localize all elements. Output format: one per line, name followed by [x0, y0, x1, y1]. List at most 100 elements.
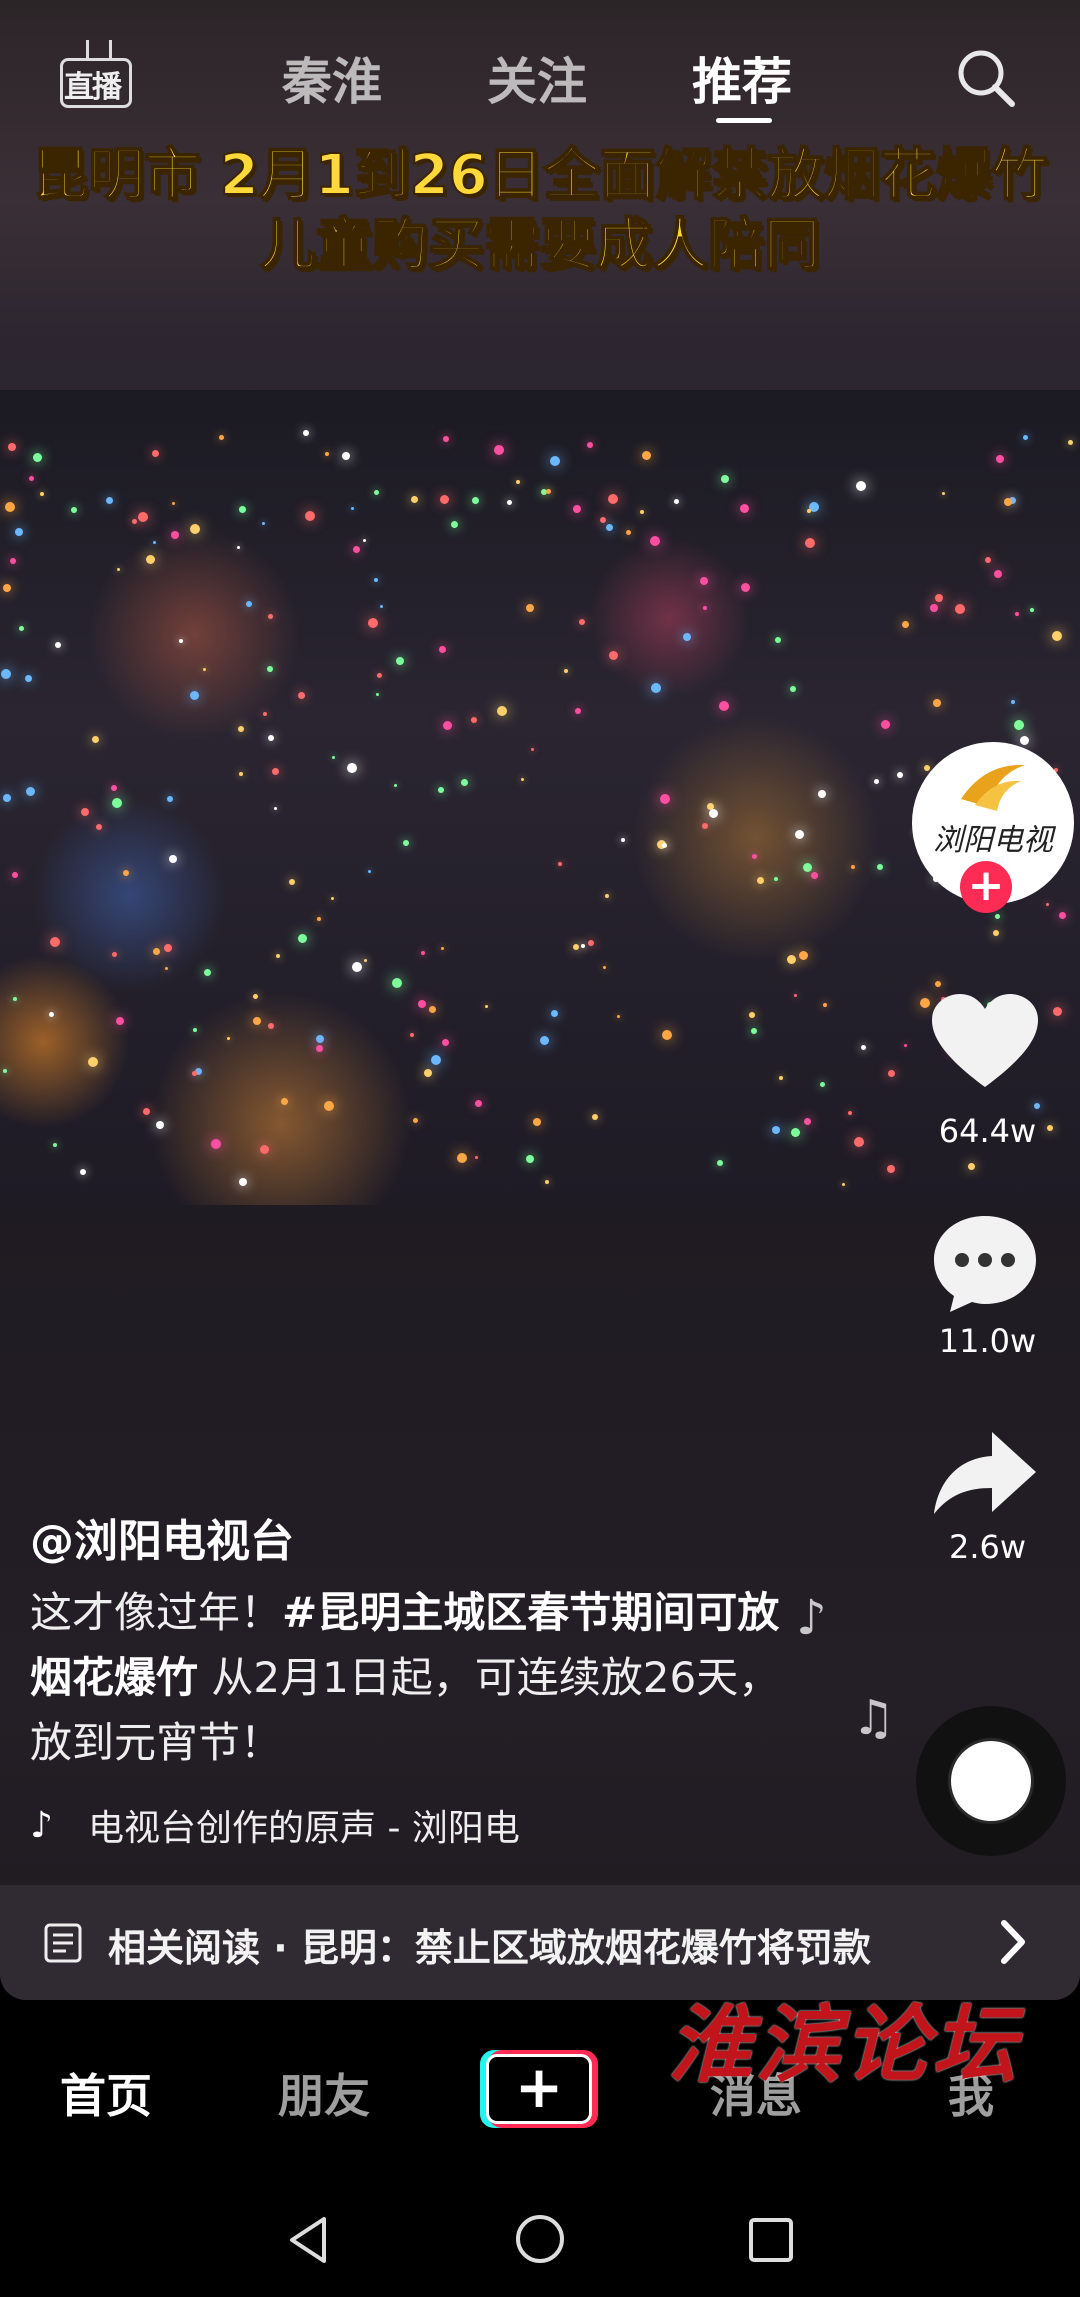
city-light	[281, 1098, 288, 1105]
city-light	[902, 621, 909, 628]
search-icon[interactable]	[954, 46, 1018, 110]
city-light	[874, 779, 879, 784]
tab-following[interactable]: 关注	[487, 42, 587, 114]
city-light	[881, 720, 890, 729]
city-light	[1011, 700, 1015, 704]
city-light	[851, 865, 855, 869]
tab-recommended[interactable]: 推荐	[692, 42, 792, 114]
video-caption-line1: 昆明市 2月1到26日全面解禁放烟花爆竹	[31, 142, 1048, 209]
city-light	[363, 539, 366, 542]
city-light	[15, 528, 23, 536]
city-light	[721, 475, 729, 483]
tab-home[interactable]: 首页	[60, 2060, 152, 2126]
city-light	[861, 1045, 866, 1050]
city-light	[368, 870, 371, 873]
city-light	[794, 994, 797, 997]
city-light	[332, 756, 335, 759]
city-light	[81, 808, 89, 816]
city-light	[551, 1010, 558, 1017]
city-light	[424, 1069, 432, 1077]
city-light	[920, 998, 930, 1008]
city-light	[268, 1023, 274, 1029]
city-light	[877, 864, 883, 870]
share-icon[interactable]	[930, 1428, 1040, 1520]
city-light	[421, 951, 425, 955]
city-light	[260, 1145, 269, 1154]
city-light	[795, 830, 804, 839]
city-light	[88, 1057, 98, 1067]
city-light	[116, 1017, 124, 1025]
recents-square-icon[interactable]	[748, 2217, 794, 2263]
city-light	[106, 497, 113, 504]
city-light	[485, 1005, 488, 1008]
city-light	[605, 894, 609, 898]
city-light	[1068, 440, 1073, 445]
city-light	[203, 668, 206, 671]
like-count: 64.4w	[938, 1112, 1037, 1150]
city-light	[471, 717, 477, 723]
city-light	[575, 708, 581, 714]
city-light	[1004, 498, 1012, 506]
live-icon[interactable]: 直播	[58, 40, 132, 108]
video-feed-screen[interactable]: 直播 秦淮 关注 推荐 昆明市 2月1到26日全面解禁放烟花爆竹 儿童购买需要成…	[0, 0, 1080, 2000]
city-light	[274, 807, 277, 810]
live-label: 直播	[64, 70, 122, 105]
city-light	[289, 879, 295, 885]
city-light	[253, 1017, 261, 1025]
city-light	[1015, 612, 1019, 616]
tab-friends[interactable]: 朋友	[278, 2060, 370, 2126]
city-light	[219, 435, 224, 440]
city-light	[497, 706, 507, 716]
city-light	[25, 675, 32, 682]
tab-qinhuai[interactable]: 秦淮	[282, 42, 382, 114]
chevron-right-icon[interactable]	[998, 1919, 1028, 1965]
city-light	[751, 1028, 757, 1034]
city-light	[588, 940, 594, 946]
city-light	[749, 1012, 755, 1018]
city-light	[3, 584, 11, 592]
city-light	[741, 583, 750, 592]
city-light	[807, 509, 811, 513]
city-light	[955, 604, 965, 614]
city-light	[112, 952, 117, 957]
city-light	[775, 637, 781, 643]
city-light	[171, 531, 179, 539]
city-light	[316, 1035, 324, 1043]
city-light	[888, 1070, 895, 1077]
city-light	[156, 1121, 164, 1129]
city-light	[324, 1101, 334, 1111]
city-light	[787, 955, 796, 964]
city-light	[169, 855, 177, 863]
home-circle-icon[interactable]	[514, 2213, 566, 2265]
author-handle[interactable]: @浏阳电视台	[30, 1505, 294, 1569]
city-light	[994, 570, 1002, 578]
city-light	[933, 699, 941, 707]
create-button[interactable]: +	[480, 2050, 598, 2130]
city-light	[546, 489, 551, 494]
city-light	[617, 1015, 620, 1018]
city-light	[1030, 608, 1034, 612]
comment-icon[interactable]	[930, 1210, 1040, 1315]
back-icon[interactable]	[286, 2215, 330, 2265]
city-light	[268, 614, 273, 619]
plus-icon: +	[514, 2053, 564, 2121]
city-light	[316, 1045, 323, 1052]
city-light	[475, 1156, 478, 1159]
system-navigation-bar	[0, 2185, 1080, 2297]
city-light	[394, 784, 397, 787]
city-light	[642, 451, 651, 460]
city-light	[19, 626, 24, 631]
city-light	[702, 823, 708, 829]
music-row[interactable]: ♪ 电视台创作的原声 - 浏阳电	[30, 1800, 578, 1850]
music-disc[interactable]	[916, 1706, 1066, 1856]
city-light	[374, 490, 379, 495]
city-light	[439, 646, 446, 653]
heart-icon[interactable]	[930, 992, 1040, 1092]
city-light	[600, 517, 606, 523]
city-light	[204, 969, 211, 976]
city-light	[10, 558, 16, 564]
city-light	[573, 505, 581, 513]
city-light	[995, 914, 1000, 919]
city-light	[132, 519, 137, 524]
follow-button[interactable]: +	[960, 861, 1012, 913]
